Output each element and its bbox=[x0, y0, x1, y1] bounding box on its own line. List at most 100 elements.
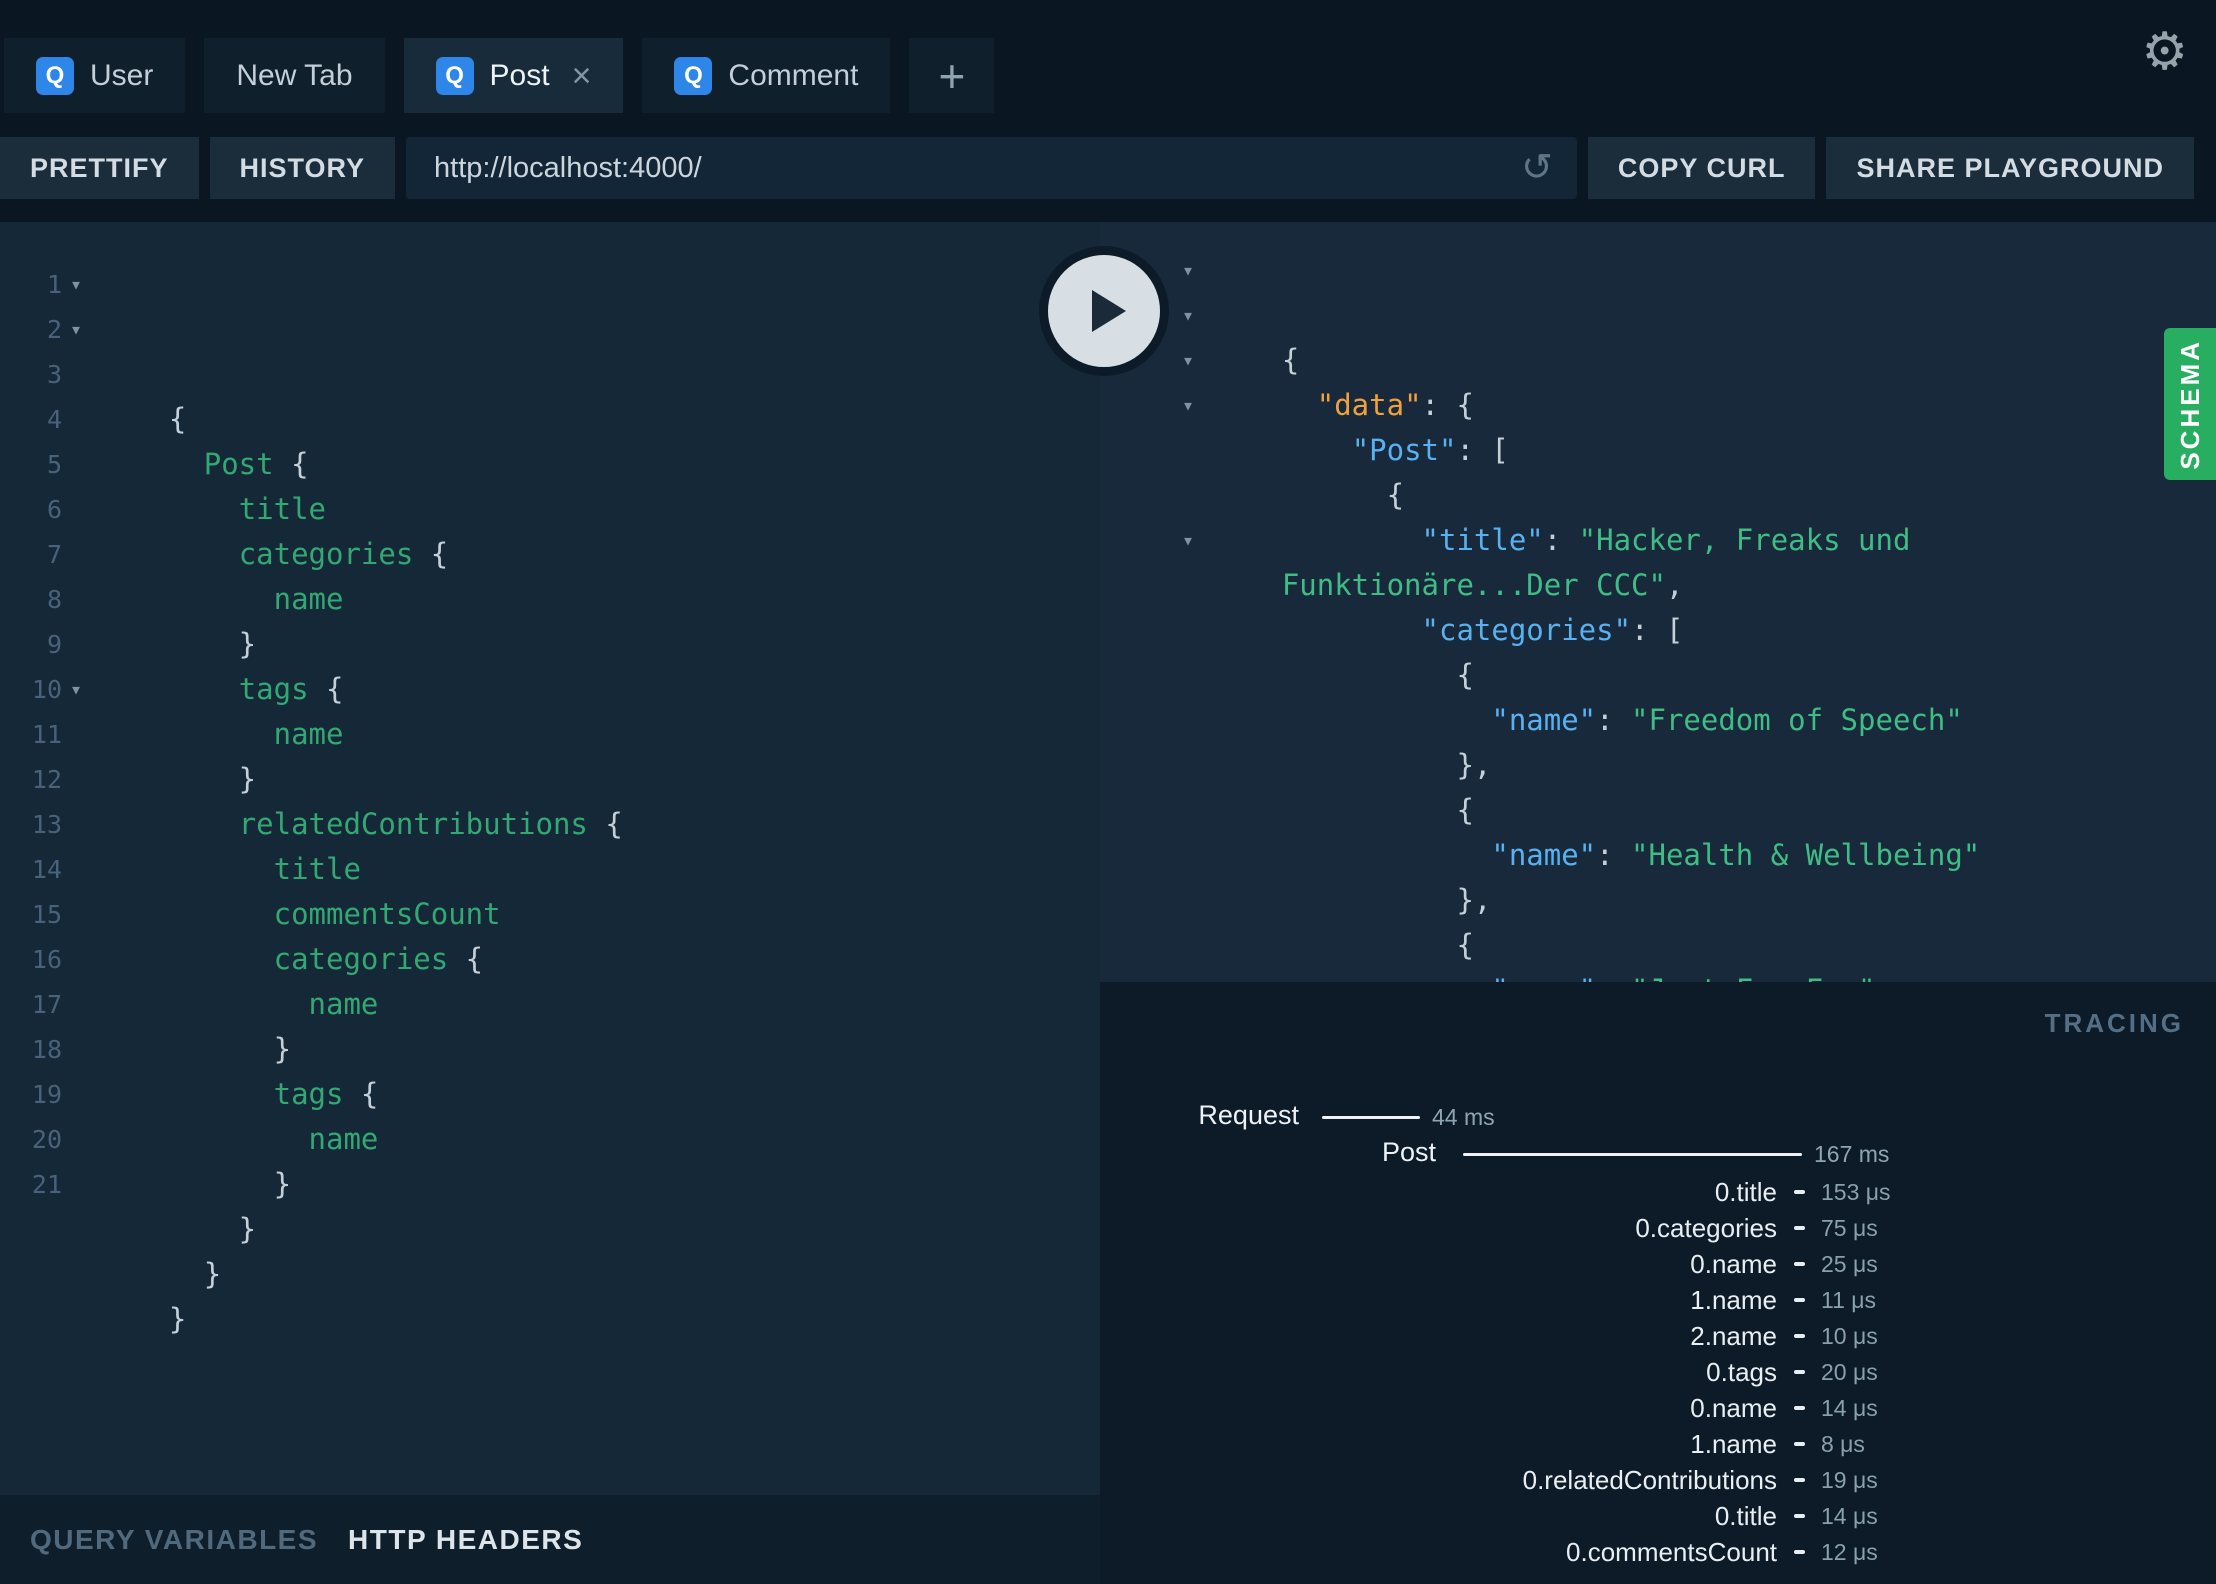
query-line[interactable]: 1 ▾ { bbox=[0, 262, 1100, 436]
line-number: 3 bbox=[46, 360, 62, 389]
tracing-row: 1.name 8 μs bbox=[1100, 1426, 2216, 1462]
query-line[interactable]: 3 title bbox=[0, 352, 1100, 526]
tracing-row-label: 0.title bbox=[1714, 1501, 1777, 1531]
query-line[interactable]: 13 categories { bbox=[0, 802, 1100, 976]
endpoint-url-value: http://localhost:4000/ bbox=[434, 151, 702, 184]
query-line[interactable]: 21 } bbox=[0, 1162, 1100, 1336]
response-line: "name": "Just For Fun" bbox=[1100, 878, 2216, 982]
response-line: ▾ { bbox=[1100, 248, 2216, 377]
line-number: 14 bbox=[31, 855, 62, 884]
tab-label: New Tab bbox=[236, 58, 353, 92]
tracing-row-label: 0.categories bbox=[1635, 1213, 1777, 1243]
query-line[interactable]: 9 } bbox=[0, 622, 1100, 796]
fold-caret-icon[interactable]: ▾ bbox=[70, 262, 82, 307]
tracing-row-value: 19 μs bbox=[1821, 1467, 1878, 1493]
response-viewer: ▾ { ▾ "data": { ▾ "Post": [ ▾ { "title":… bbox=[1100, 222, 2216, 982]
query-line[interactable]: 17 name bbox=[0, 982, 1100, 1156]
query-line[interactable]: 19 } bbox=[0, 1072, 1100, 1246]
tracing-row-label: 0.name bbox=[1690, 1249, 1777, 1279]
copy-curl-button[interactable]: COPY CURL bbox=[1587, 137, 1816, 199]
tracing-row-label: 0.relatedContributions bbox=[1522, 1465, 1777, 1495]
line-number: 10 bbox=[31, 675, 62, 704]
query-line[interactable]: 11 title bbox=[0, 712, 1100, 886]
tracing-row-tick bbox=[1794, 1262, 1805, 1266]
toolbar: PRETTIFY HISTORY http://localhost:4000/ … bbox=[0, 137, 2216, 199]
query-line[interactable]: 14 name bbox=[0, 847, 1100, 1021]
playground-tab[interactable]: New Tab bbox=[204, 38, 385, 113]
prettify-button[interactable]: PRETTIFY bbox=[0, 137, 199, 199]
playground-tab[interactable]: Q User bbox=[4, 38, 186, 113]
tab-list: Q User New Tab Q Post × Q Comment bbox=[4, 38, 891, 113]
playground-tab[interactable]: Q Post × bbox=[403, 38, 624, 113]
query-line[interactable]: 12 commentsCount bbox=[0, 757, 1100, 931]
endpoint-url-input[interactable]: http://localhost:4000/ ↺ bbox=[406, 137, 1577, 199]
tracing-request-value: 44 ms bbox=[1432, 1104, 1495, 1130]
tracing-row-label: 2.name bbox=[1690, 1321, 1777, 1351]
line-number: 11 bbox=[31, 720, 62, 749]
playground-tab[interactable]: Q Comment bbox=[642, 38, 891, 113]
tracing-row-value: 20 μs bbox=[1821, 1359, 1878, 1385]
query-line[interactable]: 5 name bbox=[0, 442, 1100, 616]
tracing-row-tick bbox=[1794, 1514, 1805, 1518]
fold-caret-icon[interactable]: ▾ bbox=[1182, 338, 1194, 383]
tracing-row: 0.relatedContributions 19 μs bbox=[1100, 1462, 2216, 1498]
line-number: 5 bbox=[46, 450, 62, 479]
tracing-row-value: 10 μs bbox=[1821, 1323, 1878, 1349]
query-line[interactable]: 20 } bbox=[0, 1117, 1100, 1291]
query-line[interactable]: 2 ▾ Post { bbox=[0, 307, 1100, 481]
tracing-row-label: 1.name bbox=[1690, 1429, 1777, 1459]
query-line[interactable]: 10 ▾ relatedContributions { bbox=[0, 667, 1100, 841]
tracing-row: 0.tags 20 μs bbox=[1100, 1354, 2216, 1390]
share-playground-button[interactable]: SHARE PLAYGROUND bbox=[1826, 137, 2194, 199]
new-tab-button[interactable]: + bbox=[909, 38, 995, 113]
response-line: ] bbox=[1100, 968, 2216, 982]
query-line[interactable]: 18 } bbox=[0, 1027, 1100, 1201]
execute-query-button[interactable] bbox=[1039, 246, 1169, 376]
tracing-resolver-bar bbox=[1463, 1153, 1802, 1156]
fold-caret-icon[interactable]: ▾ bbox=[1182, 293, 1194, 338]
query-line[interactable]: 15 } bbox=[0, 892, 1100, 1066]
history-button[interactable]: HISTORY bbox=[209, 137, 396, 199]
query-line[interactable]: 4 categories { bbox=[0, 397, 1100, 571]
settings-gear-icon[interactable]: ⚙ bbox=[2141, 26, 2188, 78]
tracing-row-tick bbox=[1794, 1442, 1805, 1446]
tracing-row: 0.name 25 μs bbox=[1100, 1246, 2216, 1282]
tracing-row: 0.title 153 μs bbox=[1100, 1174, 2216, 1210]
refresh-schema-icon[interactable]: ↺ bbox=[1521, 149, 1553, 187]
fold-caret-icon[interactable]: ▾ bbox=[70, 667, 82, 712]
fold-caret-icon[interactable]: ▾ bbox=[1182, 383, 1194, 428]
line-number: 20 bbox=[31, 1125, 62, 1154]
response-line: ▾ { bbox=[1100, 383, 2216, 512]
tab-label: Comment bbox=[728, 58, 859, 92]
tracing-resolver-value: 167 ms bbox=[1814, 1141, 1890, 1167]
query-line[interactable]: 8 name bbox=[0, 577, 1100, 751]
query-variables-tab[interactable]: QUERY VARIABLES bbox=[30, 1524, 318, 1556]
tab-close-icon[interactable]: × bbox=[572, 59, 592, 93]
fold-caret-icon[interactable]: ▾ bbox=[1182, 518, 1194, 563]
line-number: 17 bbox=[31, 990, 62, 1019]
query-line[interactable]: 6 } bbox=[0, 487, 1100, 661]
query-editor[interactable]: 1 ▾ { 2 ▾ Post { 3 title 4 categories { … bbox=[0, 222, 1100, 1495]
tracing-row: 1.name 11 μs bbox=[1100, 1282, 2216, 1318]
response-line: { bbox=[1100, 563, 2216, 692]
tracing-panel: TRACING Request 44 ms Post 167 ms 0.titl… bbox=[1100, 982, 2216, 1584]
response-line: ▾ "Post": [ bbox=[1100, 338, 2216, 467]
fold-caret-icon[interactable]: ▾ bbox=[70, 307, 82, 352]
query-line[interactable]: 16 tags { bbox=[0, 937, 1100, 1111]
tracing-row-label: 0.tags bbox=[1706, 1357, 1777, 1387]
tracing-row-value: 153 μs bbox=[1821, 1179, 1891, 1205]
query-lines: 1 ▾ { 2 ▾ Post { 3 title 4 categories { … bbox=[0, 262, 1100, 1336]
query-type-badge: Q bbox=[36, 56, 74, 95]
response-lines: ▾ { ▾ "data": { ▾ "Post": [ ▾ { "title":… bbox=[1100, 248, 2216, 982]
fold-caret-icon[interactable]: ▾ bbox=[1182, 248, 1194, 293]
http-headers-tab[interactable]: HTTP HEADERS bbox=[348, 1524, 583, 1556]
schema-sidebar-tab[interactable]: SCHEMA bbox=[2164, 328, 2216, 480]
query-line[interactable]: 7 tags { bbox=[0, 532, 1100, 706]
line-number: 13 bbox=[31, 810, 62, 839]
tab-bar: Q User New Tab Q Post × Q Comment + ⚙ bbox=[0, 0, 2216, 113]
tracing-row-tick bbox=[1794, 1406, 1805, 1410]
line-number: 4 bbox=[46, 405, 62, 434]
tracing-row-tick bbox=[1794, 1298, 1805, 1302]
response-line: { bbox=[1100, 698, 2216, 827]
line-number: 8 bbox=[46, 585, 62, 614]
